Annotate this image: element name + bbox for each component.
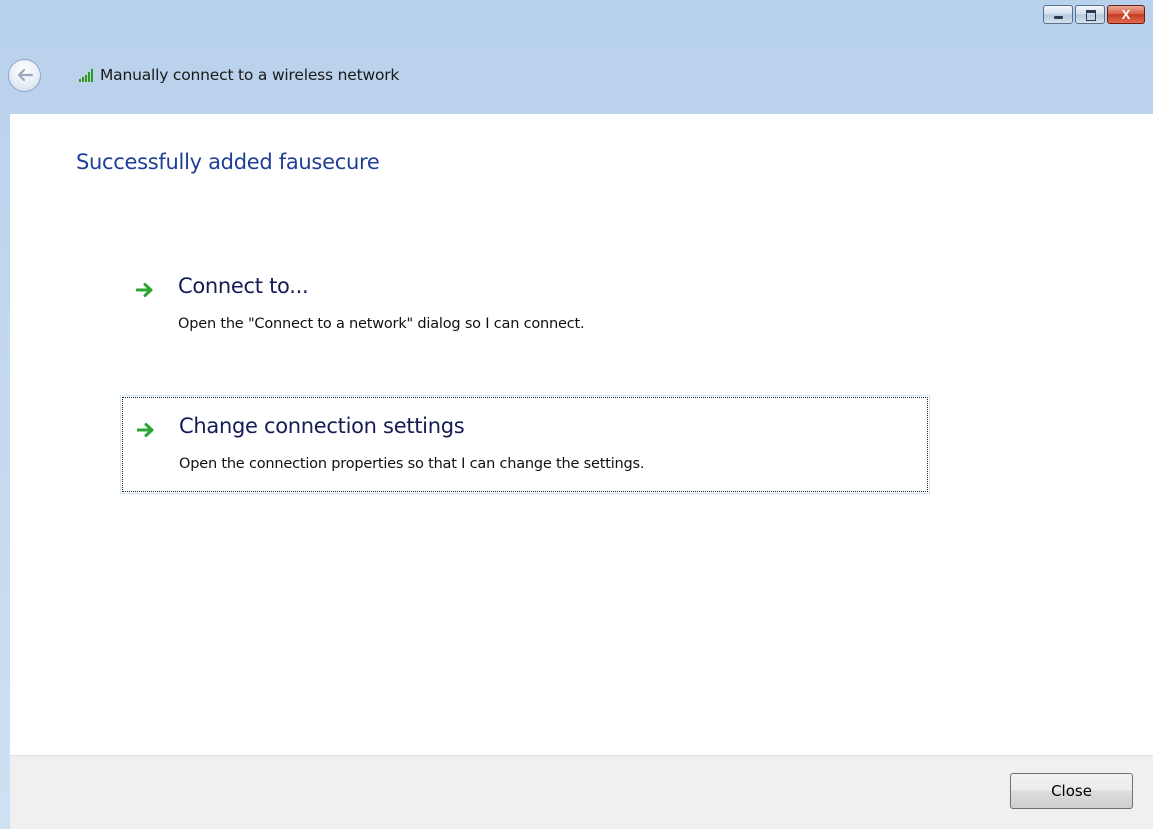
back-button[interactable] [8, 58, 41, 92]
window-controls: X [1043, 5, 1145, 24]
dialog-window: X Manually connect to a wireless network… [0, 0, 1153, 829]
navigation-bar: Manually connect to a wireless network [8, 52, 1153, 98]
close-window-button[interactable]: X [1107, 5, 1145, 24]
option-title: Change connection settings [179, 414, 465, 438]
wireless-signal-icon [79, 68, 93, 82]
change-connection-settings-option[interactable]: Change connection settings Open the conn… [120, 395, 930, 494]
option-description: Open the "Connect to a network" dialog s… [178, 316, 585, 332]
option-title: Connect to... [178, 274, 309, 298]
window-title: Manually connect to a wireless network [100, 66, 400, 84]
content-panel: Successfully added fausecure Connect to.… [10, 114, 1153, 755]
footer-bar: Close [10, 755, 1153, 829]
page-title: Successfully added fausecure [76, 150, 380, 174]
minimize-button[interactable] [1043, 5, 1073, 24]
close-button[interactable]: Close [1010, 773, 1133, 809]
green-arrow-icon [137, 423, 154, 437]
maximize-button[interactable] [1075, 5, 1105, 24]
option-description: Open the connection properties so that I… [179, 456, 645, 472]
back-arrow-icon [17, 68, 33, 82]
green-arrow-icon [136, 283, 153, 297]
connect-to-option[interactable]: Connect to... Open the "Connect to a net… [122, 258, 928, 353]
